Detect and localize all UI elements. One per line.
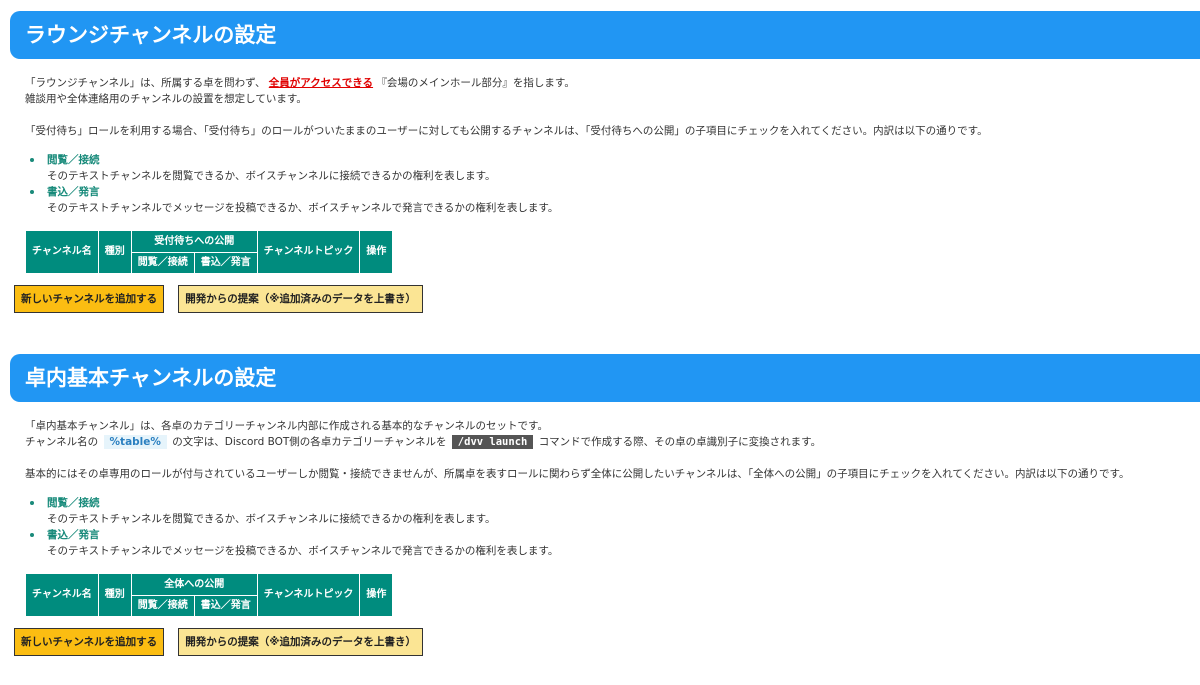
- permission-desc: そのテキストチャンネルを閲覧できるか、ボイスチャンネルに接続できるかの権利を表し…: [47, 513, 496, 525]
- header-view-connect: 閲覧／接続: [130, 252, 195, 274]
- intro-text-part: 『会場のメインホール部分』を指します。: [376, 77, 575, 89]
- intro-text-line1: 「卓内基本チャンネル」は、各卓のカテゴリーチャンネル内部に作成される基本的なチャ…: [25, 420, 549, 432]
- intro-text-part: の文字は、Discord BOT側の各卓カテゴリーチャンネルを: [172, 436, 447, 448]
- permission-desc: そのテキストチャンネルを閲覧できるか、ボイスチャンネルに接続できるかの権利を表し…: [47, 170, 496, 182]
- permission-desc: そのテキストチャンネルでメッセージを投稿できるか、ボイスチャンネルで発言できるか…: [47, 545, 559, 557]
- intro-text-line2: 雑談用や全体連絡用のチャンネルの設置を想定しています。: [25, 93, 307, 105]
- lounge-channel-section: ラウンジチャンネルの設定 「ラウンジチャンネル」は、所属する卓を問わず、 全員が…: [0, 11, 1200, 313]
- header-public-group: 受付待ちへの公開: [130, 230, 258, 253]
- table-base-channel-section: 卓内基本チャンネルの設定 「卓内基本チャンネル」は、各卓のカテゴリーチャンネル内…: [0, 354, 1200, 656]
- header-channel-name: チャンネル名: [25, 230, 99, 274]
- header-view-connect: 閲覧／接続: [130, 595, 195, 617]
- intro-text-part: コマンドで作成する際、その卓の卓識別子に変換されます。: [538, 436, 822, 448]
- intro-highlight: 全員がアクセスできる: [268, 77, 374, 89]
- add-channel-button[interactable]: 新しいチャンネルを追加する: [14, 285, 165, 313]
- permission-title: 書込／発言: [47, 186, 100, 198]
- suggest-button[interactable]: 開発からの提案（※追加済みのデータを上書き）: [178, 628, 423, 656]
- permission-title: 書込／発言: [47, 529, 100, 541]
- intro-text: 「卓内基本チャンネル」は、各卓のカテゴリーチャンネル内部に作成される基本的なチャ…: [25, 418, 1200, 450]
- header-operations: 操作: [359, 230, 394, 274]
- channel-table: チャンネル名 種別 受付待ちへの公開 チャンネルトピック 操作 閲覧／接続 書込…: [25, 230, 394, 274]
- header-public-group: 全体への公開: [130, 573, 258, 596]
- header-topic: チャンネルトピック: [256, 573, 361, 617]
- intro-text-part: チャンネル名の: [25, 436, 99, 448]
- permission-list: 閲覧／接続 そのテキストチャンネルを閲覧できるか、ボイスチャンネルに接続できるか…: [25, 495, 1200, 559]
- header-topic: チャンネルトピック: [256, 230, 361, 274]
- channel-table: チャンネル名 種別 全体への公開 チャンネルトピック 操作 閲覧／接続 書込／発…: [25, 573, 394, 617]
- permission-title: 閲覧／接続: [47, 154, 100, 166]
- header-type: 種別: [97, 573, 132, 617]
- header-operations: 操作: [359, 573, 394, 617]
- intro-text: 「ラウンジチャンネル」は、所属する卓を問わず、 全員がアクセスできる 『会場のメ…: [25, 75, 1200, 107]
- section-title: 卓内基本チャンネルの設定: [10, 354, 1200, 402]
- header-write-speak: 書込／発言: [193, 252, 258, 274]
- permission-title: 閲覧／接続: [47, 497, 100, 509]
- section-title: ラウンジチャンネルの設定: [10, 11, 1200, 59]
- note-text: 「受付待ち」ロールを利用する場合、「受付待ち」のロールがついたままのユーザーに対…: [25, 125, 988, 137]
- suggest-button[interactable]: 開発からの提案（※追加済みのデータを上書き）: [178, 285, 423, 313]
- header-type: 種別: [97, 230, 132, 274]
- header-write-speak: 書込／発言: [193, 595, 258, 617]
- add-channel-button[interactable]: 新しいチャンネルを追加する: [14, 628, 165, 656]
- permission-list: 閲覧／接続 そのテキストチャンネルを閲覧できるか、ボイスチャンネルに接続できるか…: [25, 152, 1200, 216]
- launch-command-code: /dvv launch: [451, 435, 534, 449]
- table-placeholder-code: %table%: [103, 435, 167, 449]
- permission-desc: そのテキストチャンネルでメッセージを投稿できるか、ボイスチャンネルで発言できるか…: [47, 202, 559, 214]
- list-item: 書込／発言 そのテキストチャンネルでメッセージを投稿できるか、ボイスチャンネルで…: [25, 527, 1200, 559]
- list-item: 閲覧／接続 そのテキストチャンネルを閲覧できるか、ボイスチャンネルに接続できるか…: [25, 152, 1200, 184]
- list-item: 閲覧／接続 そのテキストチャンネルを閲覧できるか、ボイスチャンネルに接続できるか…: [25, 495, 1200, 527]
- intro-text-part: 「ラウンジチャンネル」は、所属する卓を問わず、: [25, 77, 266, 89]
- note-text: 基本的にはその卓専用のロールが付与されているユーザーしか閲覧・接続できませんが、…: [25, 468, 1130, 480]
- list-item: 書込／発言 そのテキストチャンネルでメッセージを投稿できるか、ボイスチャンネルで…: [25, 184, 1200, 216]
- header-channel-name: チャンネル名: [25, 573, 99, 617]
